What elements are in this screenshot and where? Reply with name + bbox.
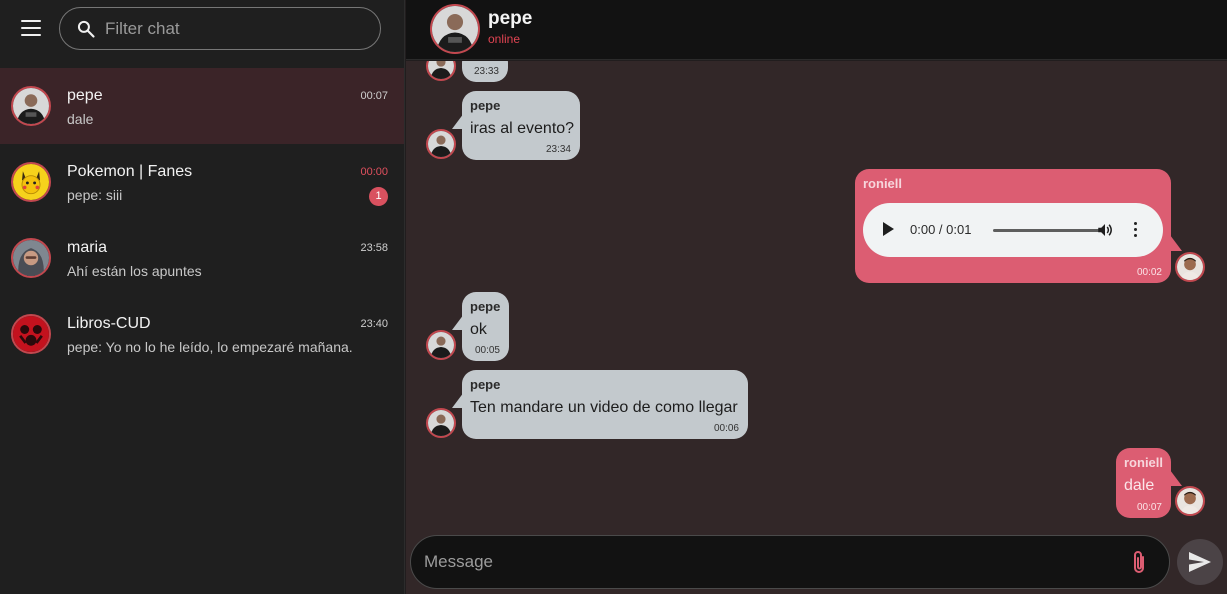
contact-avatar[interactable] [430,4,480,54]
message-bubble: pepe Ten mandare un video de como llegar… [462,370,748,439]
chat-name: pepe [67,87,103,104]
message-text: dale [1124,477,1155,494]
message-input[interactable] [424,536,1114,588]
message-text: Ten mandare un video de como llegar [470,399,738,416]
search-icon [77,20,95,38]
chat-name: Pokemon | Fanes [67,163,193,180]
chat-time: 00:00 [360,166,388,178]
chat-item-maria[interactable]: maria Ahí están los apuntes 23:58 [0,220,404,296]
chat-time: 00:07 [360,90,388,102]
message-sender: pepe [470,299,501,314]
chat-list: pepe dale 00:07 Pokemon | Fanes pepe: si… [0,68,404,372]
avatar [11,162,51,202]
message-bubble: roniell 0:00 / 0:01 00:02 [855,169,1171,283]
chat-item-pokemon-fanes[interactable]: Pokemon | Fanes pepe: siii 00:00 1 [0,144,404,220]
unread-badge: 1 [369,187,388,206]
message-box[interactable] [410,535,1170,589]
message-time: 23:34 [545,144,571,155]
sender-avatar [426,129,456,159]
message-bubble: 23:33 [462,61,508,82]
send-icon [1189,552,1211,572]
sender-avatar [426,61,456,81]
chat-item-pepe[interactable]: pepe dale 00:07 [0,68,404,144]
more-vert-icon[interactable] [1132,221,1138,239]
sender-avatar [1175,486,1205,516]
message-sender: roniell [863,176,903,191]
avatar [11,86,51,126]
chat-header: pepe online [406,0,1227,60]
volume-icon[interactable] [1096,221,1114,239]
avatar [11,314,51,354]
message-time: 23:33 [473,66,499,77]
audio-player[interactable]: 0:00 / 0:01 [863,203,1163,257]
message-incoming: pepe ok 00:05 [406,292,1227,362]
chat-name: maria [67,239,108,256]
chat-preview: pepe: siii [67,187,123,203]
chat-time: 23:40 [360,318,388,330]
audio-progress-slider[interactable] [993,229,1101,232]
paperclip-icon[interactable] [1127,550,1151,576]
message-outgoing: roniell 0:00 / 0:01 00:02 [406,169,1227,285]
contact-name: pepe [488,8,533,29]
message-sender: pepe [470,98,501,113]
search-input[interactable] [105,8,370,49]
message-time: 00:05 [474,345,500,356]
message-bubble: roniell dale 00:07 [1116,448,1171,518]
audio-time: 0:00 / 0:01 [910,222,972,237]
sender-avatar [1175,252,1205,282]
message-text: iras al evento? [470,120,575,137]
send-button[interactable] [1177,539,1223,585]
chat-preview: dale [67,111,94,127]
message-incoming: 23:33 [406,61,1227,83]
menu-icon[interactable] [21,20,41,36]
message-incoming: pepe Ten mandare un video de como llegar… [406,370,1227,440]
play-icon[interactable] [883,222,894,236]
chat-time: 23:58 [360,242,388,254]
message-incoming: pepe iras al evento? 23:34 [406,91,1227,161]
message-sender: pepe [470,377,501,392]
message-bubble: pepe ok 00:05 [462,292,509,361]
message-time: 00:07 [1136,502,1162,513]
message-sender: roniell [1124,455,1164,470]
sidebar: pepe dale 00:07 Pokemon | Fanes pepe: si… [0,0,405,594]
message-list: 23:33 pepe iras al evento? 23:34 roniell… [406,61,1227,529]
sidebar-header [0,0,405,60]
search-box[interactable] [59,7,381,50]
contact-status: online [488,32,521,46]
bubble-tail [1170,235,1182,251]
chat-name: Libros-CUD [67,315,151,332]
message-time: 00:06 [713,423,739,434]
message-text: ok [470,321,487,338]
message-outgoing: roniell dale 00:07 [406,448,1227,520]
sender-avatar [426,330,456,360]
composer [406,529,1227,594]
avatar [11,238,51,278]
message-time: 00:02 [1136,267,1162,278]
chat-preview: Ahí están los apuntes [67,263,202,279]
bubble-tail [1170,470,1182,486]
chat-item-libros-cud[interactable]: Libros-CUD pepe: Yo no lo he leído, lo e… [0,296,404,372]
message-bubble: pepe iras al evento? 23:34 [462,91,580,160]
sender-avatar [426,408,456,438]
chat-preview: pepe: Yo no lo he leído, lo empezaré mañ… [67,339,353,355]
